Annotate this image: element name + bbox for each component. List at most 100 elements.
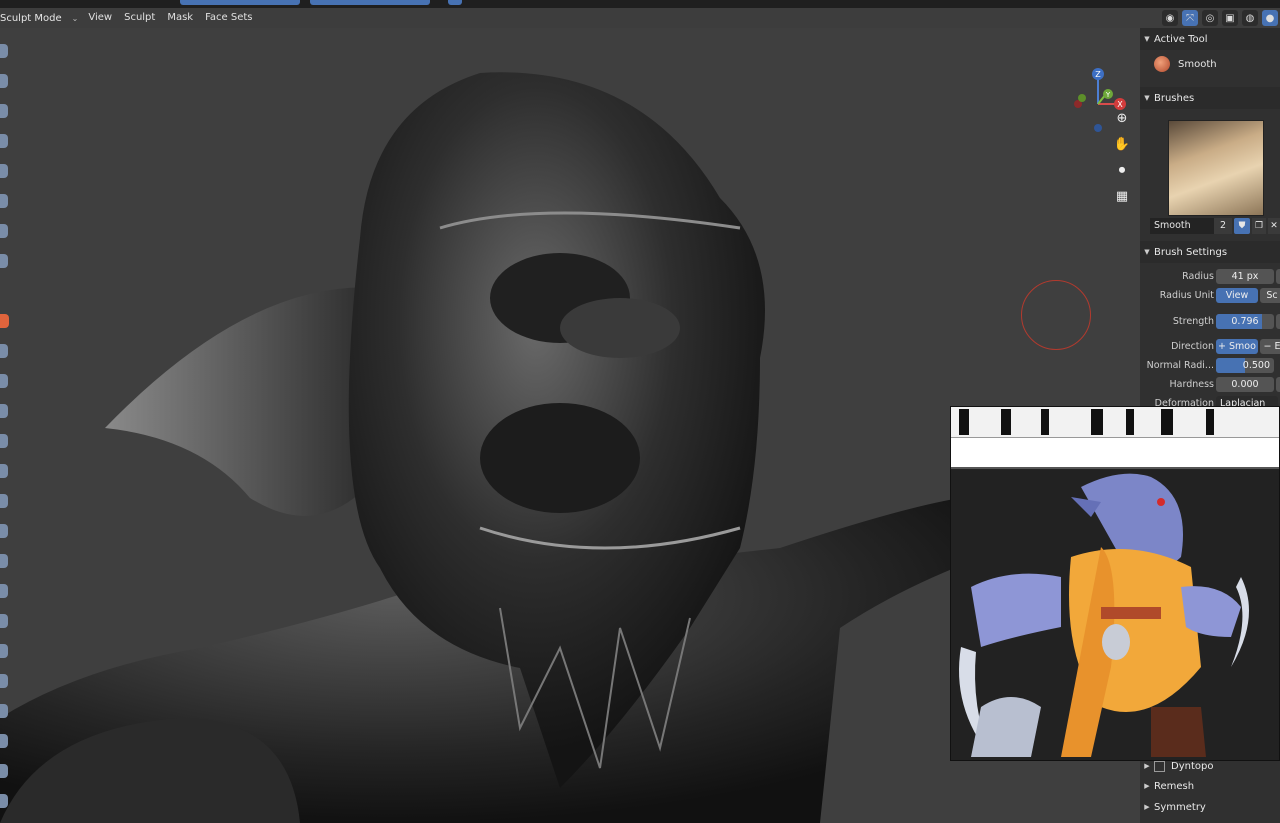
symmetry-title: Symmetry <box>1154 801 1206 813</box>
brush-name-field[interactable]: Smooth <box>1150 218 1214 234</box>
tool-slide-relax[interactable] <box>0 674 8 688</box>
active-tool-name: Smooth <box>1178 58 1217 70</box>
expand-triangle-icon: ▼ <box>1144 35 1150 43</box>
tool-grab[interactable] <box>0 464 8 478</box>
direction-smooth[interactable]: + Smoo <box>1216 339 1258 354</box>
reference-illustration <box>951 407 1279 760</box>
svg-text:Z: Z <box>1095 70 1101 79</box>
brush-users-count[interactable]: 2 <box>1214 218 1232 234</box>
direction-label: Direction <box>1171 341 1214 352</box>
tool-cloth[interactable] <box>0 734 8 748</box>
tool-draw[interactable] <box>0 44 8 58</box>
dyntopo-title: Dyntopo <box>1171 760 1214 772</box>
ear-shape <box>105 287 390 516</box>
strength-field[interactable]: 0.796 <box>1216 314 1274 329</box>
radius-unit-label: Radius Unit <box>1159 290 1214 301</box>
tool-clay-strips[interactable] <box>0 134 8 148</box>
collapse-triangle-icon: ▶ <box>1144 803 1150 811</box>
radius-unit-view[interactable]: View <box>1216 288 1258 303</box>
remesh-title: Remesh <box>1154 780 1195 792</box>
reference-image[interactable] <box>950 406 1280 761</box>
menu-sculpt[interactable]: Sculpt <box>118 8 161 28</box>
radius-field[interactable]: 41 px <box>1216 269 1274 284</box>
symmetry-header[interactable]: ▶ Symmetry <box>1140 796 1280 818</box>
tool-draw-sharp[interactable] <box>0 74 8 88</box>
tool-pinch[interactable] <box>0 434 8 448</box>
direction-enhance[interactable]: − E <box>1260 339 1280 354</box>
tool-rotate[interactable] <box>0 644 8 658</box>
svg-text:Y: Y <box>1105 91 1111 99</box>
tool-scrape[interactable] <box>0 404 8 418</box>
brush-cursor <box>1021 280 1091 350</box>
normal-radius-row: Normal Radi... 0.500 <box>1140 357 1280 375</box>
tool-elastic[interactable] <box>0 494 8 508</box>
hand-pan-icon[interactable]: ✋ <box>1112 134 1132 154</box>
direction-row: Direction + Smoo − E <box>1140 338 1280 356</box>
tool-pose[interactable] <box>0 584 8 598</box>
tool-boundary[interactable] <box>0 704 8 718</box>
tool-snake-hook[interactable] <box>0 524 8 538</box>
pressure-toggle[interactable] <box>1276 314 1280 329</box>
tool-shelf <box>0 32 10 822</box>
mode-label: Sculpt Mode <box>0 12 62 24</box>
workspace-tab[interactable] <box>180 0 300 5</box>
tool-inflate[interactable] <box>0 194 8 208</box>
expand-triangle-icon: ▼ <box>1144 94 1150 102</box>
menu-view[interactable]: View <box>82 8 118 28</box>
tool-layer[interactable] <box>0 164 8 178</box>
gizmo-toggle-icon[interactable]: ⤧ <box>1182 10 1198 26</box>
top-bar <box>0 0 1280 8</box>
expand-triangle-icon: ▼ <box>1144 248 1150 256</box>
tool-crease[interactable] <box>0 254 8 268</box>
brush-thumbnail[interactable] <box>1168 120 1264 216</box>
solid-shading-icon[interactable]: ● <box>1262 10 1278 26</box>
mode-selector[interactable]: Sculpt Mode ⌄ <box>0 13 82 24</box>
dyntopo-checkbox[interactable] <box>1154 760 1165 772</box>
smooth-brush-icon <box>1154 56 1170 72</box>
tool-clay[interactable] <box>0 104 8 118</box>
tool-thumb[interactable] <box>0 554 8 568</box>
workspace-tab-active[interactable] <box>310 0 430 5</box>
duplicate-icon[interactable]: ❐ <box>1252 218 1266 234</box>
collapse-triangle-icon: ▶ <box>1144 782 1150 790</box>
pressure-toggle[interactable] <box>1276 377 1280 392</box>
brush-settings-title: Brush Settings <box>1154 246 1228 258</box>
active-tool-header[interactable]: ▼ Active Tool <box>1140 28 1280 50</box>
tool-mask[interactable] <box>0 794 8 808</box>
workspace-tab-small[interactable] <box>448 0 462 5</box>
menu-mask[interactable]: Mask <box>161 8 199 28</box>
tool-fill[interactable] <box>0 374 8 388</box>
header-right-controls: ◉ ⤧ ◎ ▣ ◍ ● <box>1162 8 1280 28</box>
wireframe-shading-icon[interactable]: ◍ <box>1242 10 1258 26</box>
camera-icon[interactable]: ⏺ <box>1112 160 1132 180</box>
radius-unit-scene[interactable]: Sc <box>1260 288 1280 303</box>
overlays-icon[interactable]: ◎ <box>1202 10 1218 26</box>
radius-unit-row: Radius Unit View Sc <box>1140 287 1280 305</box>
active-tool-row[interactable]: Smooth <box>1154 56 1217 72</box>
chevron-down-icon: ⌄ <box>71 13 79 23</box>
tool-smooth[interactable] <box>0 314 9 328</box>
brushes-header[interactable]: ▼ Brushes <box>1140 87 1280 109</box>
tool-blob[interactable] <box>0 224 8 238</box>
xray-icon[interactable]: ▣ <box>1222 10 1238 26</box>
tool-flatten[interactable] <box>0 344 8 358</box>
tool-simplify[interactable] <box>0 764 8 778</box>
hardness-field[interactable]: 0.000 <box>1216 377 1274 392</box>
pressure-toggle[interactable] <box>1276 269 1280 284</box>
normal-radius-label: Normal Radi... <box>1146 360 1214 371</box>
shield-icon[interactable]: ⛊ <box>1234 218 1250 234</box>
remesh-header[interactable]: ▶ Remesh <box>1140 775 1280 797</box>
brushes-title: Brushes <box>1154 92 1195 104</box>
tool-nudge[interactable] <box>0 614 8 628</box>
radius-label: Radius <box>1182 271 1214 282</box>
menu-face-sets[interactable]: Face Sets <box>199 8 258 28</box>
eye-icon[interactable]: ◉ <box>1162 10 1178 26</box>
grid-perspective-icon[interactable]: ▦ <box>1112 186 1132 206</box>
strength-label: Strength <box>1172 316 1214 327</box>
normal-radius-field[interactable]: 0.500 <box>1216 358 1274 373</box>
brush-selector-row: Smooth 2 ⛊ ❐ ✕ <box>1148 218 1280 234</box>
collapse-triangle-icon: ▶ <box>1144 762 1150 770</box>
brush-settings-header[interactable]: ▼ Brush Settings <box>1140 241 1280 263</box>
close-icon[interactable]: ✕ <box>1268 218 1280 234</box>
zoom-icon[interactable]: ⊕ <box>1112 108 1132 128</box>
